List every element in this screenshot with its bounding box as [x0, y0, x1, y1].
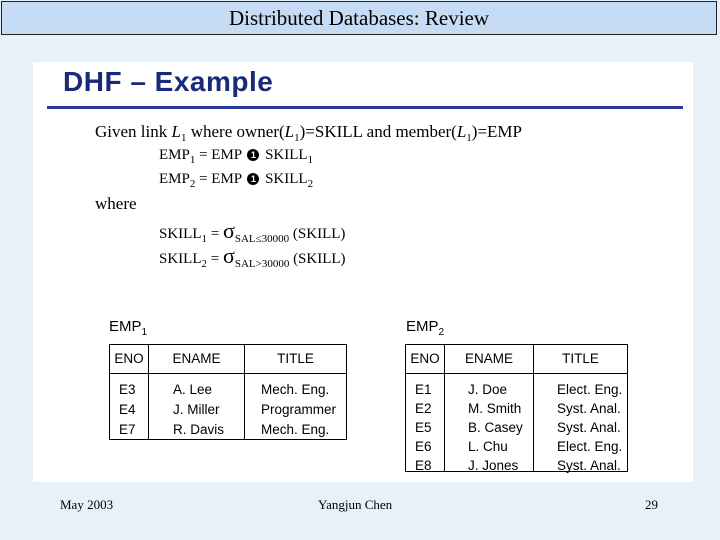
skill1-definition: SKILL1 = σSAL≤30000 (SKILL) [159, 218, 346, 245]
given-member-sub: 1 [466, 132, 472, 144]
emp2-divider [533, 345, 534, 471]
table-cell: E7 [119, 422, 136, 437]
slide-title: Distributed Databases: Review [1, 1, 717, 35]
given-line: Given link L1 where owner(L1)=SKILL and … [95, 122, 522, 144]
given-link-sub: 1 [180, 132, 187, 144]
emp2-caption: EMP2 [406, 318, 445, 338]
table-cell: R. Davis [173, 422, 225, 437]
table-cell: Mech. Eng. [261, 422, 330, 437]
given-end: )=EMP [471, 122, 522, 141]
given-link-l: L [171, 122, 181, 141]
slide-heading: DHF – Example [63, 66, 274, 97]
table-cell: E6 [415, 439, 432, 454]
emp1-table-header: ENO ENAME TITLE [110, 345, 346, 374]
table-cell: Mech. Eng. [261, 382, 330, 397]
emp2-definition: EMP2 = EMP 1 SKILL2 [159, 171, 314, 190]
emp2-def-name: EMP [159, 171, 190, 187]
given-pre: Given link [95, 122, 172, 141]
emp1-definition: EMP1 = EMP 1 SKILL1 [159, 147, 314, 166]
given-owner-sub: 1 [294, 132, 300, 144]
table-cell: Elect. Eng. [557, 382, 623, 397]
skill1-def-name: SKILL [159, 226, 202, 242]
where-label: where [95, 194, 137, 213]
emp2-caption-sub: 2 [438, 327, 445, 338]
table-cell: J. Jones [468, 458, 519, 473]
table-cell: E1 [415, 382, 432, 397]
table-cell: E5 [415, 420, 432, 435]
emp1-def-sub: 1 [189, 154, 196, 166]
semijoin-icon: 1 [247, 149, 260, 161]
emp1-def-skill: SKILL [261, 147, 308, 163]
emp1-col-eno: ENO [114, 351, 144, 366]
sigma-icon: σ [222, 218, 235, 243]
table-cell: Syst. Anal. [557, 401, 621, 416]
table-cell: Syst. Anal. [557, 458, 621, 473]
table-cell: E4 [119, 402, 136, 417]
footer-page-number: 29 [645, 497, 658, 512]
table-cell: M. Smith [468, 401, 522, 416]
table-cell: E2 [415, 401, 432, 416]
emp2-table-header: ENO ENAME TITLE [406, 345, 627, 374]
footer-date: May 2003 [60, 497, 114, 512]
emp1-caption-name: EMP [109, 318, 142, 335]
skill2-def-sub: 2 [201, 258, 208, 270]
emp2-def-rhs: = EMP [195, 171, 246, 187]
skill2-definition: SKILL2 = σSAL>30000 (SKILL) [159, 243, 346, 270]
emp2-def-skill: SKILL [261, 171, 308, 187]
table-cell: L. Chu [468, 439, 508, 454]
emp1-col-title: TITLE [277, 351, 314, 366]
footer-author: Yangjun Chen [318, 497, 393, 512]
emp1-divider [148, 345, 149, 439]
emp2-divider [444, 345, 445, 471]
table-cell: E8 [415, 458, 432, 473]
skill2-def-name: SKILL [159, 251, 202, 267]
emp1-divider [244, 345, 245, 439]
table-cell: E3 [119, 382, 136, 397]
emp2-def-skill-sub: 2 [307, 178, 314, 190]
heading-rule [47, 106, 683, 109]
emp1-caption-sub: 1 [141, 327, 148, 338]
given-member-l: L [456, 122, 467, 141]
table-cell: Elect. Eng. [557, 439, 623, 454]
emp2-table: ENO ENAME TITLE E1 J. Doe Elect. Eng. E2… [405, 344, 628, 473]
table-cell: B. Casey [468, 420, 523, 435]
emp2-def-sub: 2 [189, 178, 196, 190]
table-cell: Syst. Anal. [557, 420, 621, 435]
table-cell: J. Miller [173, 402, 220, 417]
emp2-col-ename: ENAME [464, 351, 513, 366]
skill2-def-arg: (SKILL) [289, 251, 346, 267]
emp1-def-skill-sub: 1 [307, 154, 314, 166]
emp2-col-title: TITLE [562, 351, 599, 366]
emp1-def-name: EMP [159, 147, 190, 163]
emp1-caption: EMP1 [109, 318, 148, 338]
emp1-table: ENO ENAME TITLE E3 A. Lee Mech. Eng. E4 … [109, 344, 347, 440]
emp1-col-ename: ENAME [172, 351, 221, 366]
skill2-def-eq: = [207, 251, 223, 267]
emp1-def-rhs: = EMP [195, 147, 246, 163]
emp2-caption-name: EMP [406, 318, 439, 335]
table-cell: A. Lee [173, 382, 213, 397]
emp2-col-eno: ENO [410, 351, 440, 366]
skill1-def-arg: (SKILL) [289, 226, 346, 242]
skill1-def-eq: = [207, 226, 223, 242]
skill2-def-cond: SAL>30000 [234, 258, 290, 270]
given-owner-l: L [284, 122, 295, 141]
content-panel: DHF – Example Given link L1 where owner(… [33, 62, 693, 482]
given-mid2: )=SKILL and member( [299, 122, 457, 141]
sigma-icon: σ [222, 243, 235, 268]
table-cell: Programmer [261, 402, 337, 417]
table-cell: J. Doe [468, 382, 508, 397]
given-mid1: where owner( [186, 122, 285, 141]
semijoin-icon: 1 [247, 173, 260, 185]
